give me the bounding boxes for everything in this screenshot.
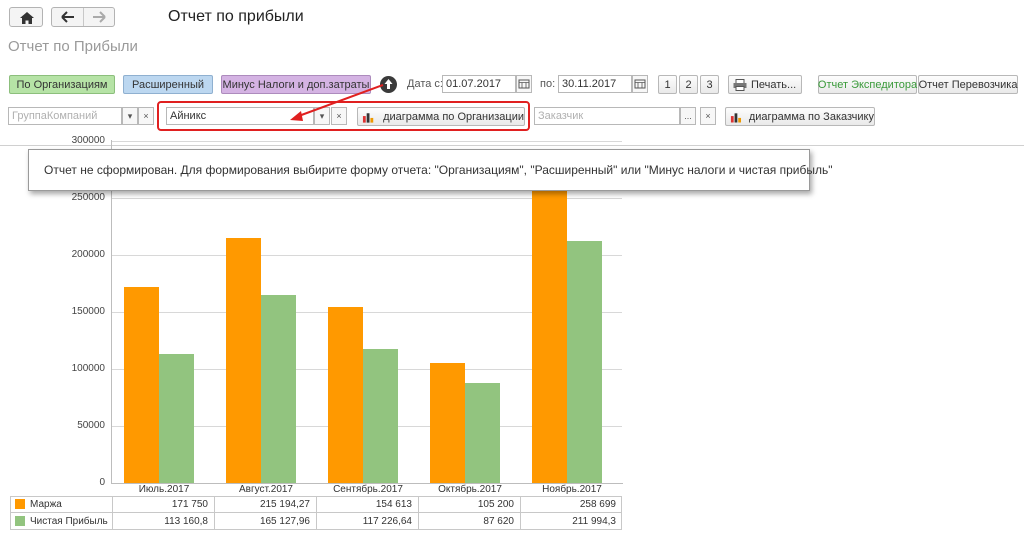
annotation-arrow-icon <box>290 84 384 121</box>
